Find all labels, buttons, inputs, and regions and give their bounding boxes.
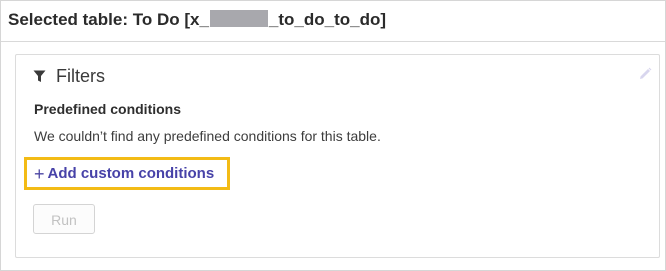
page-title: Selected table: To Do [x_ _to_do_to_do] <box>8 10 386 30</box>
filters-panel: Filters Predefined conditions We couldn’… <box>15 54 660 258</box>
predefined-conditions-message: We couldn’t find any predefined conditio… <box>34 128 381 144</box>
add-custom-conditions-button[interactable]: + Add custom conditions <box>24 157 230 190</box>
funnel-icon <box>33 70 46 82</box>
add-custom-conditions-label: Add custom conditions <box>47 165 215 182</box>
header: Selected table: To Do [x_ _to_do_to_do] <box>1 1 665 42</box>
redacted-text <box>209 10 268 27</box>
filters-header: Filters <box>33 65 105 87</box>
title-prefix: Selected table: To Do [x_ <box>8 10 209 29</box>
filters-title: Filters <box>56 65 105 86</box>
title-suffix: _to_do_to_do] <box>268 10 387 29</box>
plus-icon: + <box>34 163 45 184</box>
pencil-icon[interactable] <box>637 66 653 82</box>
run-button[interactable]: Run <box>33 204 95 234</box>
selected-table-frame: Selected table: To Do [x_ _to_do_to_do] F… <box>0 0 666 271</box>
predefined-conditions-title: Predefined conditions <box>34 101 182 117</box>
